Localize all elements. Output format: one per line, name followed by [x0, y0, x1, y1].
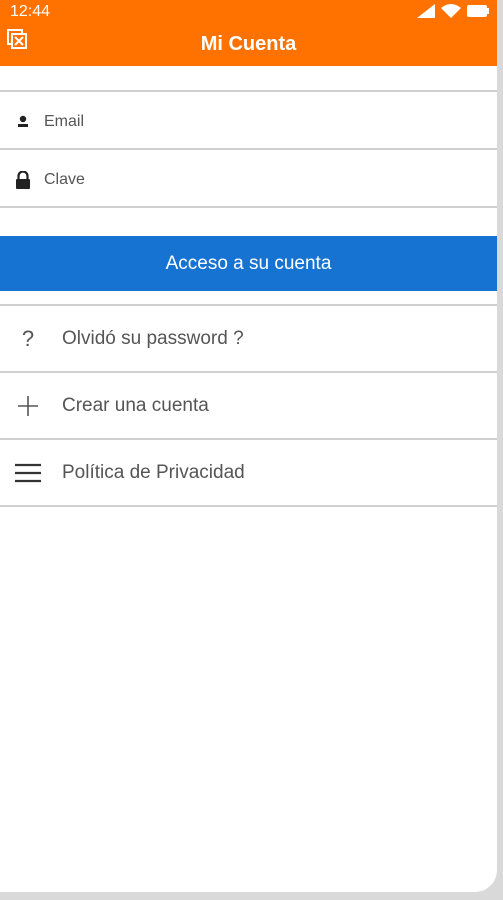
divider — [0, 148, 497, 150]
menu-item-privacy-policy[interactable]: Política de Privacidad — [0, 441, 497, 505]
password-placeholder: Clave — [44, 171, 85, 188]
email-field[interactable]: Email — [0, 94, 497, 150]
menu-item-label: Política de Privacidad — [62, 462, 245, 483]
user-icon — [0, 115, 44, 129]
plus-icon — [0, 395, 56, 417]
menu-item-label: Crear una cuenta — [62, 395, 209, 416]
email-placeholder: Email — [44, 113, 85, 130]
divider — [0, 371, 497, 373]
menu-icon — [0, 463, 56, 483]
status-icons — [417, 3, 489, 19]
menu-item-create-account[interactable]: Crear una cuenta — [0, 374, 497, 438]
password-field[interactable]: Clave — [0, 152, 497, 208]
battery-icon — [467, 5, 489, 17]
phone-screen: 12:44 Mi Cuenta Email Clave Acceso a su … — [0, 0, 497, 892]
divider — [0, 90, 497, 92]
divider — [0, 206, 497, 208]
divider — [0, 505, 497, 507]
status-time: 12:44 — [10, 3, 51, 20]
menu-item-forgot-password[interactable]: ? Olvidó su password ? — [0, 307, 497, 371]
divider — [0, 304, 497, 306]
page-title: Mi Cuenta — [200, 33, 297, 55]
lock-icon — [0, 171, 44, 189]
question-icon: ? — [21, 326, 35, 351]
wifi-icon — [441, 4, 461, 18]
app-bar: 12:44 Mi Cuenta — [0, 0, 497, 66]
login-button[interactable]: Acceso a su cuenta — [0, 236, 497, 291]
divider — [0, 438, 497, 440]
menu-item-label: Olvidó su password ? — [62, 328, 244, 349]
signal-icon — [417, 4, 435, 18]
